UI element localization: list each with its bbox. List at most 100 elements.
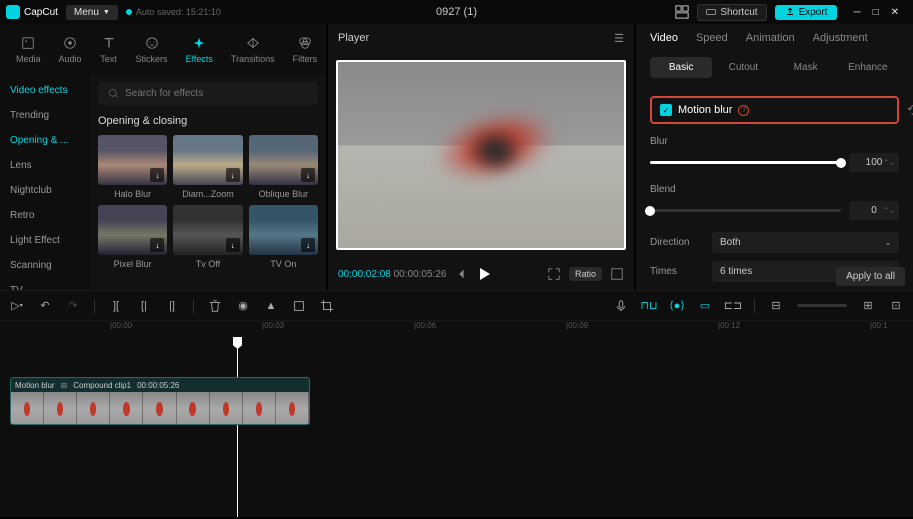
mic-button[interactable] — [614, 299, 628, 313]
freeze-button[interactable] — [292, 299, 306, 313]
tab-effects[interactable]: Effects — [178, 30, 221, 68]
download-icon[interactable]: ↓ — [226, 168, 240, 182]
player-title: Player — [338, 32, 369, 44]
mask-subtab[interactable]: Mask — [775, 57, 837, 78]
tab-media[interactable]: Media — [8, 30, 49, 68]
link-on-button[interactable]: ⟨●⟩ — [670, 299, 684, 313]
speed-tab[interactable]: Speed — [696, 32, 728, 44]
blend-slider[interactable] — [650, 209, 841, 212]
direction-label: Direction — [650, 237, 700, 248]
maximize-button[interactable]: □ — [873, 7, 879, 18]
timeline-toolbar: ▷▾ ↶ ↷ ]​[ [​| |​] ◉ ▲ ⊓⊔ ⟨●⟩ ▭ ⊏⊐ ⊟ ⊞ ⊡ — [0, 291, 913, 321]
download-icon[interactable]: ↓ — [150, 168, 164, 182]
undo-button[interactable]: ↶ — [38, 299, 52, 313]
tab-audio[interactable]: Audio — [51, 30, 90, 68]
redo-button[interactable]: ↷ — [66, 299, 80, 313]
autosave-status: Auto saved: 15:21:10 — [126, 7, 221, 17]
download-icon[interactable]: ↓ — [301, 238, 315, 252]
effects-categories: Video effects Trending Opening & ... Len… — [0, 74, 90, 290]
animation-tab[interactable]: Animation — [746, 32, 795, 44]
enhance-subtab[interactable]: Enhance — [837, 57, 899, 78]
effects-header[interactable]: Video effects — [0, 78, 90, 103]
cat-retro[interactable]: Retro — [0, 203, 90, 228]
download-icon[interactable]: ↓ — [226, 238, 240, 252]
tab-text[interactable]: Text — [92, 30, 126, 68]
expand-button[interactable] — [610, 267, 624, 281]
direction-dropdown[interactable]: Both⌄ — [712, 232, 899, 253]
split-button[interactable]: ]​[ — [109, 299, 123, 313]
download-icon[interactable]: ↓ — [150, 238, 164, 252]
adjustment-tab[interactable]: Adjustment — [813, 32, 868, 44]
checkbox-icon[interactable]: ✓ — [660, 104, 672, 116]
effect-card[interactable]: ↓Diam...Zoom — [173, 135, 242, 199]
prev-frame-button[interactable] — [454, 267, 468, 281]
split-right-button[interactable]: |​] — [165, 299, 179, 313]
cat-opening[interactable]: Opening & ... — [0, 128, 90, 153]
crop-button[interactable] — [320, 299, 334, 313]
tab-transitions[interactable]: Transitions — [223, 30, 283, 68]
search-input[interactable] — [98, 82, 318, 105]
preview-on-button[interactable]: ▭ — [698, 299, 712, 313]
split-left-button[interactable]: [​| — [137, 299, 151, 313]
effect-card[interactable]: ↓Oblique Blur — [249, 135, 318, 199]
properties-panel: Video Speed Animation Adjustment Basic C… — [636, 24, 913, 290]
zoom-out-button[interactable]: ⊟ — [769, 299, 783, 313]
effect-card[interactable]: ↓Tv Off — [173, 205, 242, 269]
cat-scanning[interactable]: Scanning — [0, 253, 90, 278]
record-button[interactable]: ◉ — [236, 299, 250, 313]
titlebar: CapCut Menu ▼ Auto saved: 15:21:10 0927 … — [0, 0, 913, 24]
player-menu-icon[interactable]: ☰ — [614, 32, 624, 45]
play-button[interactable] — [476, 266, 492, 282]
fit-button[interactable]: ⊡ — [889, 299, 903, 313]
blur-slider[interactable] — [650, 161, 841, 164]
blur-label: Blur — [650, 136, 899, 147]
motion-blur-toggle[interactable]: ✓ Motion blur ? — [650, 96, 899, 124]
reset-icon[interactable] — [907, 103, 913, 117]
cat-lighteffect[interactable]: Light Effect — [0, 228, 90, 253]
timeline-clip[interactable]: Motion blur ⊞ Compound clip1 00:00:05:26 — [10, 377, 310, 425]
minimize-button[interactable]: ─ — [853, 7, 860, 18]
player-panel: Player ☰ 00:00:02:08 00:00:05:26 Ratio — [328, 24, 634, 290]
help-icon[interactable]: ? — [738, 105, 749, 116]
delete-button[interactable] — [208, 299, 222, 313]
cutout-subtab[interactable]: Cutout — [712, 57, 774, 78]
video-tab[interactable]: Video — [650, 32, 678, 44]
ratio-button[interactable]: Ratio — [569, 267, 602, 281]
tab-stickers[interactable]: Stickers — [128, 30, 176, 68]
effect-card[interactable]: ↓Pixel Blur — [98, 205, 167, 269]
project-title: 0927 (1) — [436, 6, 477, 18]
clip-effect-label: Motion blur — [15, 381, 55, 390]
menu-button[interactable]: Menu ▼ — [66, 5, 118, 20]
playhead-head-icon[interactable] — [233, 337, 242, 349]
selection-tool[interactable]: ▷▾ — [10, 299, 24, 313]
effect-card[interactable]: ↓TV On — [249, 205, 318, 269]
cat-lens[interactable]: Lens — [0, 153, 90, 178]
cat-trending[interactable]: Trending — [0, 103, 90, 128]
cat-tv[interactable]: TV — [0, 278, 90, 290]
shortcut-button[interactable]: Shortcut — [697, 4, 766, 21]
autosave-dot-icon — [126, 9, 132, 15]
app-name: CapCut — [24, 7, 58, 18]
timeline-tracks[interactable]: ◇ 🔒 🔇 👁 Motion blur ⊞ Compound clip1 00:… — [0, 341, 913, 517]
blur-value[interactable]: 100 — [849, 153, 899, 172]
tab-filters[interactable]: Filters — [285, 30, 326, 68]
blend-value[interactable]: 0 — [849, 201, 899, 220]
magnet-on-button[interactable]: ⊓⊔ — [642, 299, 656, 313]
effect-card[interactable]: ↓Halo Blur — [98, 135, 167, 199]
align-button[interactable]: ⊏⊐ — [726, 299, 740, 313]
cat-nightclub[interactable]: Nightclub — [0, 178, 90, 203]
player-viewport[interactable] — [336, 60, 626, 250]
blend-label: Blend — [650, 184, 899, 195]
apply-all-button[interactable]: Apply to all — [836, 267, 905, 286]
basic-subtab[interactable]: Basic — [650, 57, 712, 78]
playhead[interactable] — [237, 341, 238, 517]
zoom-in-button[interactable]: ⊞ — [861, 299, 875, 313]
close-button[interactable]: ✕ — [891, 7, 899, 18]
zoom-slider[interactable] — [797, 304, 847, 307]
download-icon[interactable]: ↓ — [301, 168, 315, 182]
timeline-ruler[interactable]: |00:00 |00:03 |00:06 |00:09 |00:12 |00:1 — [0, 321, 913, 341]
layout-icon[interactable] — [675, 5, 689, 19]
fullscreen-button[interactable] — [547, 267, 561, 281]
mark-button[interactable]: ▲ — [264, 299, 278, 313]
export-button[interactable]: Export — [775, 5, 838, 20]
